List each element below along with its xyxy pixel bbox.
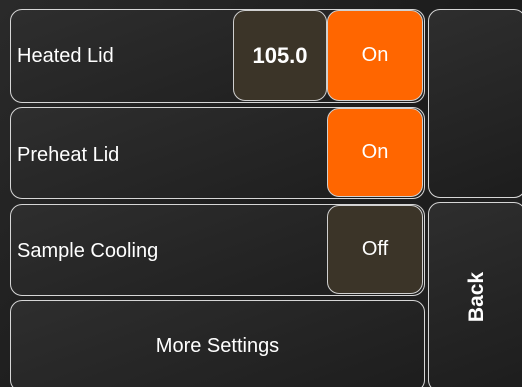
preheat-lid-toggle[interactable]: On: [327, 108, 423, 197]
heated-lid-label: Heated Lid: [17, 45, 114, 67]
heated-lid-toggle-label: On: [361, 44, 389, 66]
heated-lid-row: Heated Lid 105.0 On: [10, 9, 425, 103]
sample-cooling-row: Sample Cooling Off: [10, 204, 425, 296]
back-label: Back: [465, 271, 488, 323]
heated-lid-toggle[interactable]: On: [327, 10, 423, 101]
more-settings-label: More Settings: [155, 334, 280, 357]
sample-cooling-toggle[interactable]: Off: [327, 205, 423, 294]
sample-cooling-toggle-label: Off: [361, 238, 389, 260]
blank-side-panel: [428, 9, 522, 198]
preheat-lid-toggle-label: On: [361, 141, 389, 163]
heated-lid-temperature-value: 105.0: [252, 42, 308, 68]
preheat-lid-row: Preheat Lid On: [10, 107, 425, 199]
preheat-lid-label: Preheat Lid: [17, 144, 120, 166]
back-button[interactable]: Back: [428, 202, 522, 387]
settings-screen: Heated Lid 105.0 On Preheat Lid On Sampl…: [0, 0, 522, 387]
sample-cooling-label: Sample Cooling: [17, 240, 159, 262]
heated-lid-temperature-field[interactable]: 105.0: [233, 10, 327, 101]
more-settings-button[interactable]: More Settings: [10, 300, 425, 387]
